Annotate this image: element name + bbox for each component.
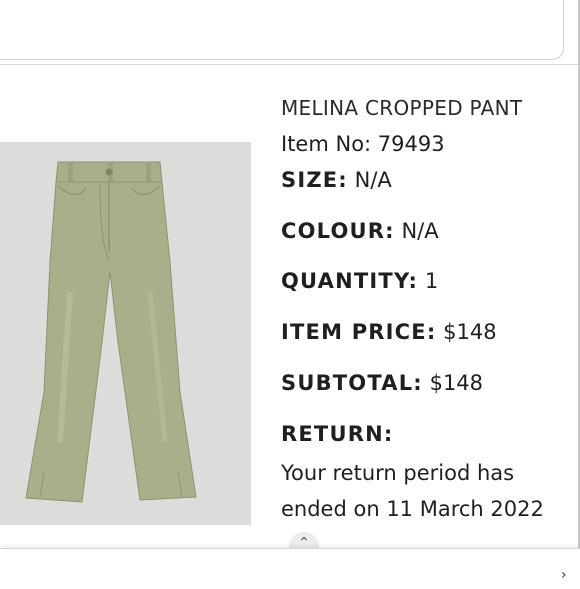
item-price-value: $148 (443, 320, 497, 344)
bottom-sheet (0, 548, 580, 589)
size-label: SIZE: (281, 168, 348, 192)
size-value: N/A (354, 168, 392, 192)
return-label: RETURN: (281, 422, 394, 446)
colour-label: COLOUR: (281, 219, 395, 243)
subtotal-value: $148 (429, 371, 484, 395)
colour-value: N/A (401, 219, 439, 243)
previous-order-card (0, 0, 564, 60)
divider (0, 64, 580, 65)
subtotal-label: SUBTOTAL: (281, 371, 423, 395)
colour-row: COLOUR: N/A (281, 219, 439, 243)
quantity-label: QUANTITY: (281, 269, 419, 293)
size-row: SIZE: N/A (281, 168, 392, 192)
cropped-pant-icon (25, 161, 197, 503)
product-image[interactable] (0, 142, 251, 525)
subtotal-row: SUBTOTAL: $148 (281, 371, 483, 395)
product-name[interactable]: MELINA CROPPED PANT (281, 96, 522, 120)
quantity-row: QUANTITY: 1 (281, 269, 438, 293)
return-row: RETURN: (281, 422, 393, 446)
item-price-row: ITEM PRICE: $148 (281, 320, 497, 344)
chevron-icon[interactable]: › (561, 567, 567, 583)
item-price-label: ITEM PRICE: (281, 320, 437, 344)
quantity-value: 1 (424, 269, 439, 293)
return-message: Your return period has ended on 11 March… (281, 461, 544, 521)
item-number: Item No: 79493 (281, 132, 445, 156)
